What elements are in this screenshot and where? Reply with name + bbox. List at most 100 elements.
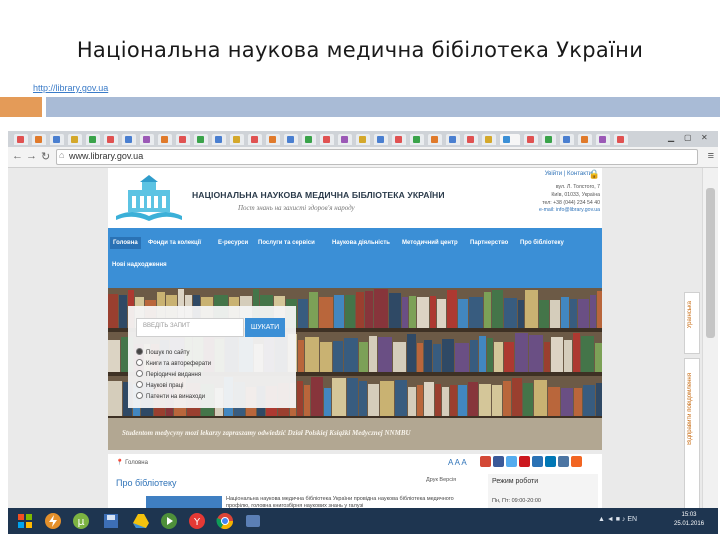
save-disk-icon[interactable] bbox=[102, 512, 120, 530]
chrome-icon[interactable] bbox=[216, 512, 234, 530]
vk-icon[interactable] bbox=[558, 456, 569, 467]
menu-item-new-arrivals[interactable]: Нові надходження bbox=[112, 262, 167, 268]
book-spine bbox=[518, 300, 524, 330]
browser-tab[interactable] bbox=[560, 134, 574, 145]
scrollbar-thumb[interactable] bbox=[706, 188, 715, 338]
forward-arrow-icon[interactable]: → bbox=[26, 150, 37, 162]
browser-tab[interactable] bbox=[14, 134, 28, 145]
browser-tab[interactable] bbox=[320, 134, 334, 145]
browser-tab[interactable] bbox=[122, 134, 136, 145]
hamburger-menu-icon[interactable]: ≡ bbox=[708, 150, 714, 162]
menu-item-research[interactable]: Наукова діяльність bbox=[332, 240, 390, 246]
facebook-icon[interactable] bbox=[493, 456, 504, 467]
feedback-side-tab[interactable]: Відправити повідомлення bbox=[684, 358, 700, 510]
browser-tab[interactable] bbox=[356, 134, 370, 145]
youtube-icon[interactable] bbox=[519, 456, 530, 467]
browser-tab[interactable] bbox=[230, 134, 244, 145]
flickr-icon[interactable] bbox=[532, 456, 543, 467]
search-input[interactable]: ВВЕДІТЬ ЗАПИТ bbox=[136, 318, 244, 337]
yandex-browser-icon[interactable]: Y bbox=[188, 512, 206, 530]
browser-tab[interactable] bbox=[176, 134, 190, 145]
browser-tab[interactable] bbox=[524, 134, 538, 145]
breadcrumb[interactable]: 📍 Головна bbox=[116, 459, 148, 466]
browser-tab[interactable] bbox=[194, 134, 208, 145]
book-spine bbox=[539, 300, 549, 330]
menu-item-partnership[interactable]: Партнерство bbox=[470, 240, 508, 246]
language-side-tab[interactable]: Ураїнська bbox=[684, 292, 700, 354]
book-spine bbox=[108, 294, 118, 330]
search-option-books[interactable]: Книги та автореферати bbox=[136, 359, 211, 367]
login-contacts-links[interactable]: Увійти | Контакти bbox=[545, 171, 592, 177]
browser-tab[interactable] bbox=[338, 134, 352, 145]
address-bar[interactable]: ⌂ www.library.gov.ua bbox=[56, 149, 698, 165]
contact-line: вул. Л. Толстого, 7 bbox=[555, 184, 600, 190]
browser-tab[interactable] bbox=[140, 134, 154, 145]
slide-link[interactable]: http://library.gov.ua bbox=[33, 83, 108, 93]
browser-tab[interactable] bbox=[32, 134, 46, 145]
app-icon[interactable] bbox=[244, 512, 262, 530]
browser-tab[interactable] bbox=[302, 134, 316, 145]
search-button[interactable]: ШУКАТИ bbox=[245, 318, 285, 337]
start-icon[interactable] bbox=[16, 512, 34, 530]
browser-tab[interactable] bbox=[596, 134, 610, 145]
browser-tab[interactable] bbox=[104, 134, 118, 145]
google-plus-icon[interactable] bbox=[480, 456, 491, 467]
back-arrow-icon[interactable]: ← bbox=[12, 150, 23, 162]
browser-tab[interactable] bbox=[68, 134, 82, 145]
vertical-scrollbar[interactable] bbox=[702, 168, 718, 529]
search-option-site[interactable]: Пошук по сайту bbox=[136, 348, 190, 356]
browser-tab[interactable] bbox=[248, 134, 262, 145]
search-option-papers[interactable]: Наукові праці bbox=[136, 381, 184, 389]
browser-tab[interactable] bbox=[284, 134, 298, 145]
browser-tab[interactable] bbox=[578, 134, 592, 145]
browser-tab[interactable] bbox=[158, 134, 172, 145]
browser-tab[interactable] bbox=[482, 134, 496, 145]
browser-tab[interactable] bbox=[428, 134, 442, 145]
browser-tab[interactable] bbox=[410, 134, 424, 145]
bolt-app-icon[interactable] bbox=[44, 512, 62, 530]
menu-item-services[interactable]: Послуги та сервіси bbox=[258, 240, 315, 246]
browser-tab[interactable] bbox=[446, 134, 460, 145]
linkedin-icon[interactable] bbox=[545, 456, 556, 467]
system-tray[interactable]: ▲ ◄ ■ ♪ EN bbox=[598, 516, 637, 523]
book-spine bbox=[523, 383, 533, 418]
browser-tab[interactable] bbox=[392, 134, 406, 145]
contact-line[interactable]: e-mail: info@library.gov.ua bbox=[490, 207, 600, 215]
reload-icon[interactable]: ↻ bbox=[41, 150, 50, 163]
browser-tab-active[interactable] bbox=[500, 134, 520, 145]
rss-icon[interactable] bbox=[571, 456, 582, 467]
browser-tab[interactable] bbox=[266, 134, 280, 145]
clock[interactable]: 15:03 25.01.2016 bbox=[674, 511, 704, 529]
promo-banner[interactable]: Studentom medycyny mozi lekarzy zaprasza… bbox=[108, 418, 602, 450]
menu-item-methodical-center[interactable]: Методичний центр bbox=[402, 240, 458, 246]
search-placeholder: ВВЕДІТЬ ЗАПИТ bbox=[143, 323, 190, 329]
browser-tab[interactable] bbox=[464, 134, 478, 145]
menu-item-home[interactable]: Головна bbox=[110, 237, 141, 249]
drive-icon[interactable] bbox=[132, 512, 150, 530]
browser-tab[interactable] bbox=[212, 134, 226, 145]
print-version-links[interactable]: Друк Версія bbox=[426, 477, 456, 483]
menu-item-e-resources[interactable]: Е-ресурси bbox=[218, 240, 248, 246]
browser-tab[interactable] bbox=[614, 134, 628, 145]
lock-icon[interactable]: 🔒 bbox=[589, 169, 600, 180]
book-spine bbox=[515, 333, 528, 374]
book-spine bbox=[581, 336, 594, 374]
close-icon[interactable]: ✕ bbox=[701, 133, 708, 142]
media-player-icon[interactable] bbox=[160, 512, 178, 530]
browser-tab[interactable] bbox=[86, 134, 100, 145]
minimize-icon[interactable]: ▁ bbox=[668, 133, 674, 142]
menu-item-collections[interactable]: Фонди та колекції bbox=[148, 240, 201, 246]
book-spine bbox=[334, 295, 344, 330]
menu-item-about[interactable]: Про бібліотеку bbox=[520, 240, 564, 246]
font-size-controls[interactable]: A A A bbox=[448, 458, 467, 467]
browser-tab[interactable] bbox=[542, 134, 556, 145]
book-spine bbox=[455, 343, 469, 374]
twitter-icon[interactable] bbox=[506, 456, 517, 467]
browser-tab[interactable] bbox=[50, 134, 64, 145]
search-option-patents[interactable]: Патенти на винаходи bbox=[136, 392, 205, 400]
browser-tab[interactable] bbox=[374, 134, 388, 145]
search-option-periodicals[interactable]: Періодичні видання bbox=[136, 370, 201, 378]
maximize-icon[interactable]: ▢ bbox=[684, 133, 692, 142]
torrent-icon[interactable]: µ bbox=[72, 512, 90, 530]
book-spine bbox=[487, 338, 493, 374]
